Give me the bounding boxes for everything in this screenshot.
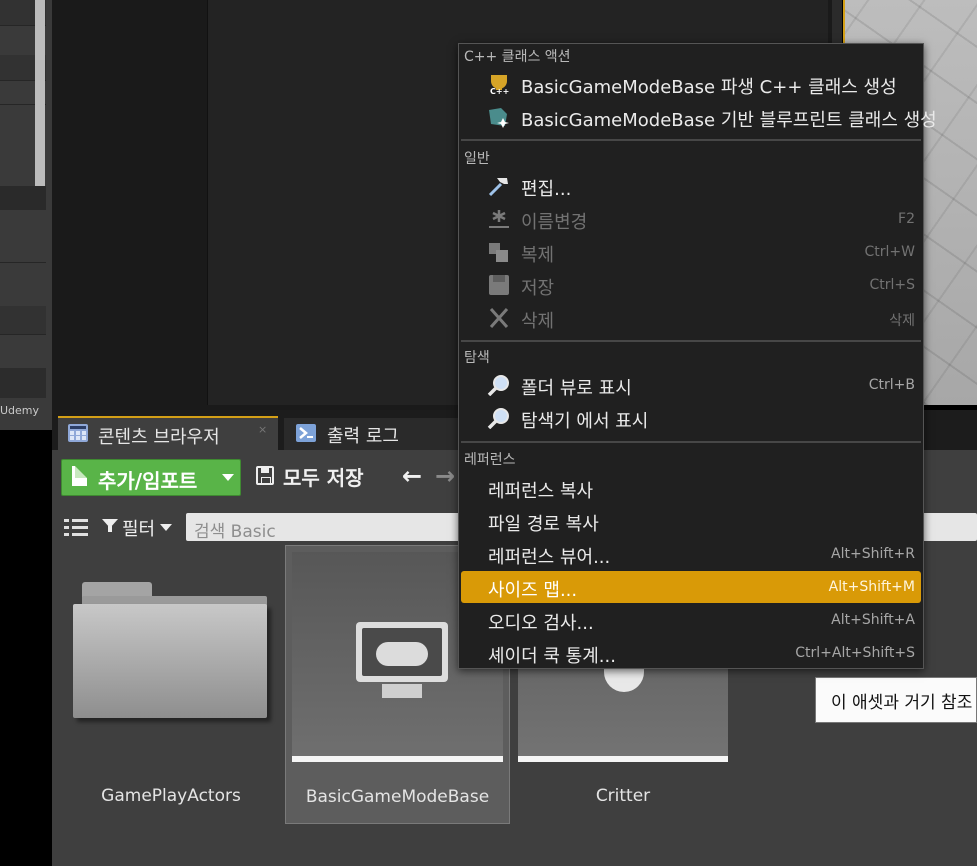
menu-separator [461, 139, 921, 141]
menu-item-label: BasicGameModeBase 파생 C++ 클래스 생성 [521, 77, 897, 98]
menu-item-shortcut: Ctrl+Alt+Shift+S [795, 645, 915, 661]
magnifier-icon [487, 375, 509, 396]
save-icon [489, 275, 509, 295]
menu-item-copy-reference[interactable]: 레퍼런스 복사 [461, 472, 921, 504]
menu-item-label: 셰이더 쿡 통계... [488, 646, 616, 667]
menu-item-label: 레퍼런스 뷰어... [488, 547, 611, 568]
menu-item-shortcut: Alt+Shift+M [828, 579, 915, 595]
menu-separator [461, 340, 921, 342]
menu-item-shortcut: Alt+Shift+R [831, 546, 915, 562]
menu-item-shortcut: Ctrl+B [868, 377, 915, 393]
menu-item-shortcut: 삭제 [889, 313, 915, 329]
menu-item-copy-file-path[interactable]: 파일 경로 복사 [461, 505, 921, 537]
menu-item-shader-cook-stats[interactable]: 셰이더 쿡 통계... Ctrl+Alt+Shift+S [461, 637, 921, 669]
menu-section-header: 탐색 [464, 350, 490, 366]
tab-content-browser[interactable]: 콘텐츠 브라우저 [58, 416, 278, 452]
menu-item-rename[interactable]: 이름변경 F2 [461, 203, 921, 235]
menu-item-show-in-explorer[interactable]: 탐색기 에서 표시 [461, 402, 921, 434]
outliner-label: Udemy [0, 404, 40, 417]
game-mode-icon [356, 622, 448, 706]
menu-item-label: 편집... [521, 179, 572, 200]
tab-content-browser-label: 콘텐츠 브라우저 [98, 427, 220, 448]
asset-tile-folder[interactable]: GamePlayActors [62, 548, 280, 824]
forward-arrow-icon[interactable]: → [435, 462, 455, 490]
menu-item-label: 사이즈 맵... [488, 580, 578, 601]
menu-section-header: 일반 [464, 151, 490, 167]
delete-icon [489, 308, 509, 328]
blueprint-class-icon [489, 108, 509, 128]
outliner-scrollbar[interactable] [35, 0, 45, 186]
menu-item-tooltip: 이 애셋과 거기 참조 [815, 677, 977, 723]
critter-preview-icon [604, 666, 644, 692]
asset-type-bar [292, 756, 503, 762]
floppy-disk-icon [256, 466, 274, 485]
menu-item-create-cpp-class[interactable]: C++ BasicGameModeBase 파생 C++ 클래스 생성 [461, 68, 921, 100]
outliner-row[interactable] [0, 368, 46, 398]
menu-item-label: 저장 [521, 278, 555, 299]
menu-item-label: BasicGameModeBase 기반 블루프린트 클래스 생성 [521, 110, 937, 131]
menu-item-label: 파일 경로 복사 [488, 514, 599, 535]
add-import-button[interactable]: 추가/임포트 [61, 459, 241, 496]
menu-item-label: 폴더 뷰로 표시 [521, 378, 632, 399]
asset-type-bar [518, 756, 728, 762]
menu-item-label: 탐색기 에서 표시 [521, 411, 649, 432]
menu-item-label: 복제 [521, 245, 555, 266]
menu-item-show-in-folder-view[interactable]: 폴더 뷰로 표시 Ctrl+B [461, 369, 921, 401]
menu-item-duplicate[interactable]: 복제 Ctrl+W [461, 236, 921, 268]
back-arrow-icon[interactable]: ← [402, 462, 422, 490]
tab-close-icon[interactable]: × [258, 423, 267, 436]
world-outliner-panel: Udemy [0, 0, 52, 430]
menu-section-header: C++ 클래스 액션 [464, 49, 571, 65]
menu-section-header: 레퍼런스 [464, 452, 516, 468]
menu-item-shortcut: Ctrl+W [864, 244, 915, 260]
menu-item-size-map[interactable]: 사이즈 맵... Alt+Shift+M [461, 571, 921, 603]
asset-name: Critter [595, 786, 651, 806]
filter-label: 필터 [122, 519, 156, 540]
tab-output-log[interactable]: 출력 로그 [284, 418, 464, 450]
menu-item-audit-assets[interactable]: 오디오 검사... Alt+Shift+A [461, 604, 921, 636]
menu-item-create-blueprint-class[interactable]: BasicGameModeBase 기반 블루프린트 클래스 생성 [461, 101, 937, 133]
hammer-icon [488, 178, 508, 197]
outliner-row[interactable] [0, 186, 46, 210]
menu-item-save[interactable]: 저장 Ctrl+S [461, 269, 921, 301]
rename-icon [489, 210, 509, 228]
save-all-label: 모두 저장 [283, 466, 364, 490]
duplicate-icon [489, 243, 508, 262]
menu-separator [461, 441, 921, 443]
svg-text:C++: C++ [490, 87, 509, 95]
output-log-icon [296, 424, 316, 442]
add-import-label: 추가/임포트 [98, 469, 198, 493]
new-document-icon [72, 466, 87, 486]
menu-item-edit[interactable]: 편집... [461, 170, 921, 202]
asset-context-menu: C++ 클래스 액션 C++ BasicGameModeBase 파생 C++ … [458, 43, 937, 669]
outliner-row[interactable] [0, 306, 46, 334]
menu-item-label: 레퍼런스 복사 [488, 481, 594, 502]
menu-item-label: 이름변경 [521, 212, 588, 233]
menu-item-shortcut: Ctrl+S [869, 277, 915, 293]
asset-name: GamePlayActors [101, 786, 241, 806]
menu-item-label: 삭제 [521, 311, 555, 332]
content-browser-icon [68, 424, 88, 442]
chevron-down-icon [160, 524, 172, 531]
asset-name: BasicGameModeBase [305, 787, 490, 807]
sources-panel-toggle-icon[interactable] [64, 516, 88, 538]
magnifier-icon [487, 408, 509, 429]
menu-item-shortcut: Alt+Shift+A [831, 612, 915, 628]
menu-item-reference-viewer[interactable]: 레퍼런스 뷰어... Alt+Shift+R [461, 538, 921, 570]
menu-item-shortcut: F2 [898, 211, 915, 227]
menu-item-label: 오디오 검사... [488, 613, 594, 634]
cpp-class-icon: C++ [490, 75, 509, 95]
tab-output-log-label: 출력 로그 [327, 426, 399, 447]
menu-item-delete[interactable]: 삭제 삭제 [461, 302, 921, 334]
chevron-down-icon [222, 474, 234, 481]
